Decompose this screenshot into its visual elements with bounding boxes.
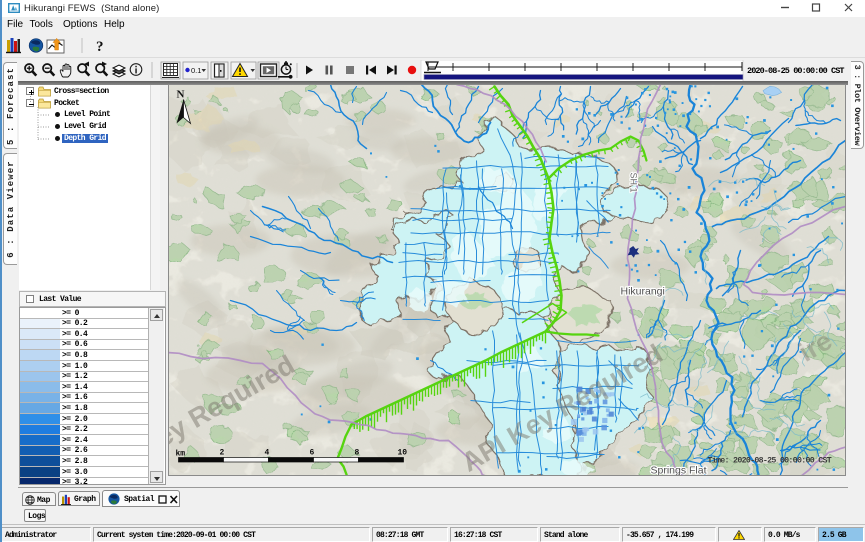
svg-text:SH 1: SH 1 xyxy=(628,172,638,192)
svg-text:8: 8 xyxy=(354,448,359,457)
svg-text:0.1: 0.1 xyxy=(191,66,201,75)
svg-text:4: 4 xyxy=(264,448,269,457)
svg-text:?: ? xyxy=(96,39,104,55)
svg-text:N: N xyxy=(176,88,184,100)
svg-text:6: 6 xyxy=(309,448,314,457)
svg-text:Time: 2020-08-25 00:00:00 CST: Time: 2020-08-25 00:00:00 CST xyxy=(707,455,831,465)
svg-text:2: 2 xyxy=(219,448,224,457)
svg-text:10: 10 xyxy=(397,448,407,457)
svg-text:km: km xyxy=(175,449,185,458)
svg-text:Springs Flat: Springs Flat xyxy=(650,464,706,475)
svg-text:Hikurangi: Hikurangi xyxy=(620,285,664,297)
